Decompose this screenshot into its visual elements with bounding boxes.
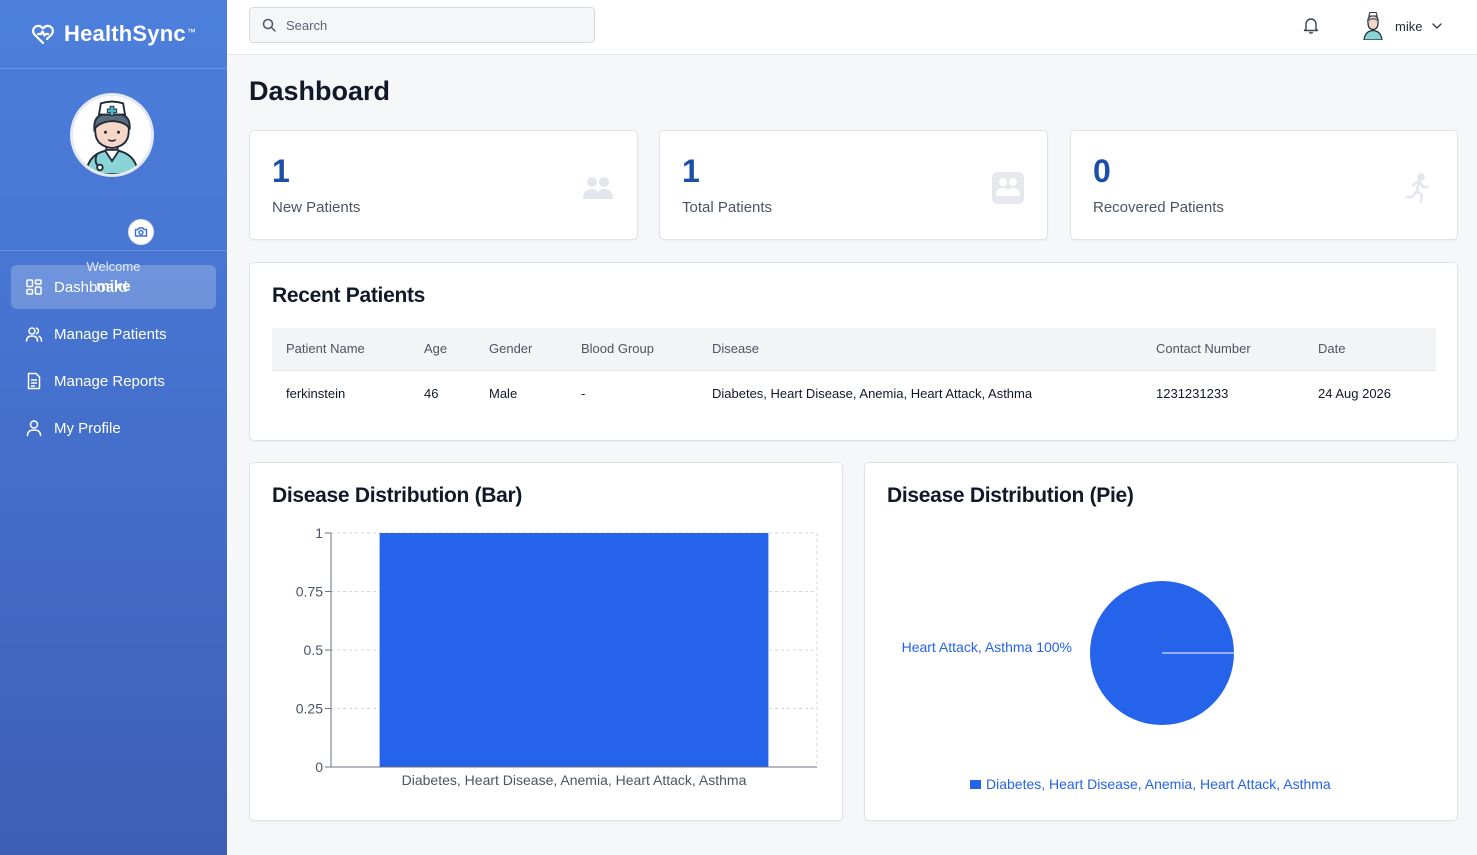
avatar[interactable] bbox=[70, 93, 154, 177]
slice-label: Heart Attack, Asthma 100% bbox=[902, 639, 1072, 655]
sidebar-username: mike bbox=[96, 278, 131, 295]
column-header: Gender bbox=[475, 328, 567, 371]
recent-patients-table: Patient Name Age Gender Blood Group Dise… bbox=[272, 328, 1436, 417]
recent-patients-card: Recent Patients Patient Name Age Gender … bbox=[249, 262, 1458, 441]
nurse-avatar-icon bbox=[73, 96, 151, 174]
y-tick-label: 1 bbox=[315, 525, 323, 541]
stat-card-total-patients: 1 Total Patients bbox=[659, 130, 1048, 240]
stat-label: New Patients bbox=[272, 199, 361, 216]
sidebar-item-label: My Profile bbox=[54, 419, 121, 437]
bar bbox=[379, 533, 769, 767]
column-header: Age bbox=[410, 328, 475, 371]
people-icon bbox=[583, 177, 613, 199]
sidebar-item-label: Manage Reports bbox=[54, 372, 165, 390]
table-cell: 1231231233 bbox=[1156, 386, 1229, 402]
column-header: Contact Number bbox=[1142, 328, 1304, 371]
bar-chart-card: Disease Distribution (Bar) 0 0.25 0.5 0.75 1… bbox=[249, 462, 843, 821]
column-header: Patient Name bbox=[272, 328, 410, 371]
column-header: Date bbox=[1304, 328, 1436, 371]
sidebar: HealthSync ™ Welcome mike Dashboard Mana… bbox=[0, 0, 227, 855]
table-row[interactable]: ferkinstein 46 Male - Diabetes, Heart Di… bbox=[272, 370, 1436, 417]
legend-label: Diabetes, Heart Disease, Anemia, Heart A… bbox=[986, 776, 1331, 792]
chevron-down-icon bbox=[1432, 23, 1443, 29]
user-menu[interactable]: mike bbox=[1361, 11, 1443, 41]
column-header: Blood Group bbox=[567, 328, 698, 371]
bar-chart: 0 0.25 0.5 0.75 1 Diabetes, Heart Disease, An… bbox=[296, 525, 818, 788]
table-cell: Male bbox=[489, 386, 518, 402]
topbar-username: mike bbox=[1395, 18, 1423, 34]
heart-sync-icon bbox=[32, 24, 54, 45]
users-icon bbox=[25, 327, 43, 342]
topbar: mike bbox=[227, 0, 1477, 55]
pie-chart-card: Disease Distribution (Pie) Heart Attack,… bbox=[864, 462, 1458, 821]
legend-swatch bbox=[970, 780, 981, 789]
table-cell: Diabetes, Heart Disease, Anemia, Heart A… bbox=[712, 386, 1033, 402]
sidebar-item-my-profile[interactable]: My Profile bbox=[11, 406, 216, 450]
search-box[interactable] bbox=[249, 7, 595, 43]
change-photo-button[interactable] bbox=[128, 219, 154, 245]
bell-icon[interactable] bbox=[1303, 16, 1319, 34]
brand-name: HealthSync bbox=[64, 21, 186, 46]
column-header: Disease bbox=[698, 328, 1142, 371]
table-cell: - bbox=[581, 386, 586, 402]
section-title: Recent Patients bbox=[272, 284, 426, 307]
table-cell: ferkinstein bbox=[286, 386, 346, 402]
legend: Diabetes, Heart Disease, Anemia, Heart A… bbox=[970, 776, 1331, 792]
stat-label: Total Patients bbox=[682, 199, 773, 216]
sidebar-item-manage-reports[interactable]: Manage Reports bbox=[11, 359, 216, 403]
avatar-icon bbox=[1363, 12, 1383, 40]
table-cell: 46 bbox=[424, 386, 439, 402]
sidebar-item-manage-patients[interactable]: Manage Patients bbox=[11, 312, 216, 356]
stat-card-new-patients: 1 New Patients bbox=[249, 130, 638, 240]
profile-section: Welcome mike bbox=[0, 69, 227, 295]
y-tick-label: 0.5 bbox=[304, 642, 324, 658]
table-cell: 24 Aug 2026 bbox=[1318, 386, 1392, 402]
user-icon bbox=[26, 420, 42, 437]
x-tick-label: Diabetes, Heart Disease, Anemia, Heart A… bbox=[402, 772, 747, 788]
stat-card-recovered-patients: 0 Recovered Patients bbox=[1070, 130, 1458, 240]
sidebar-item-label: Manage Patients bbox=[54, 325, 167, 343]
brand-trademark: ™ bbox=[186, 27, 196, 37]
stat-value: 1 bbox=[682, 153, 700, 189]
group-icon bbox=[992, 172, 1024, 204]
table-header-row: Patient Name Age Gender Blood Group Dise… bbox=[272, 328, 1436, 371]
y-tick-label: 0.25 bbox=[296, 701, 323, 717]
stat-value: 1 bbox=[272, 153, 290, 189]
page-title: Dashboard bbox=[249, 76, 391, 106]
search-input[interactable] bbox=[286, 17, 586, 33]
welcome-text: Welcome bbox=[86, 259, 141, 274]
stat-value: 0 bbox=[1093, 153, 1111, 189]
brand[interactable]: HealthSync ™ bbox=[0, 0, 227, 69]
camera-icon bbox=[134, 227, 148, 237]
search-icon bbox=[262, 18, 276, 32]
stat-label: Recovered Patients bbox=[1093, 199, 1224, 216]
pie-chart: Heart Attack, Asthma 100% Diabetes, Heart… bbox=[902, 581, 1331, 792]
y-tick-label: 0.75 bbox=[296, 584, 323, 600]
y-tick-label: 0 bbox=[315, 759, 323, 775]
document-icon bbox=[27, 372, 41, 390]
running-person-icon bbox=[1405, 173, 1430, 204]
